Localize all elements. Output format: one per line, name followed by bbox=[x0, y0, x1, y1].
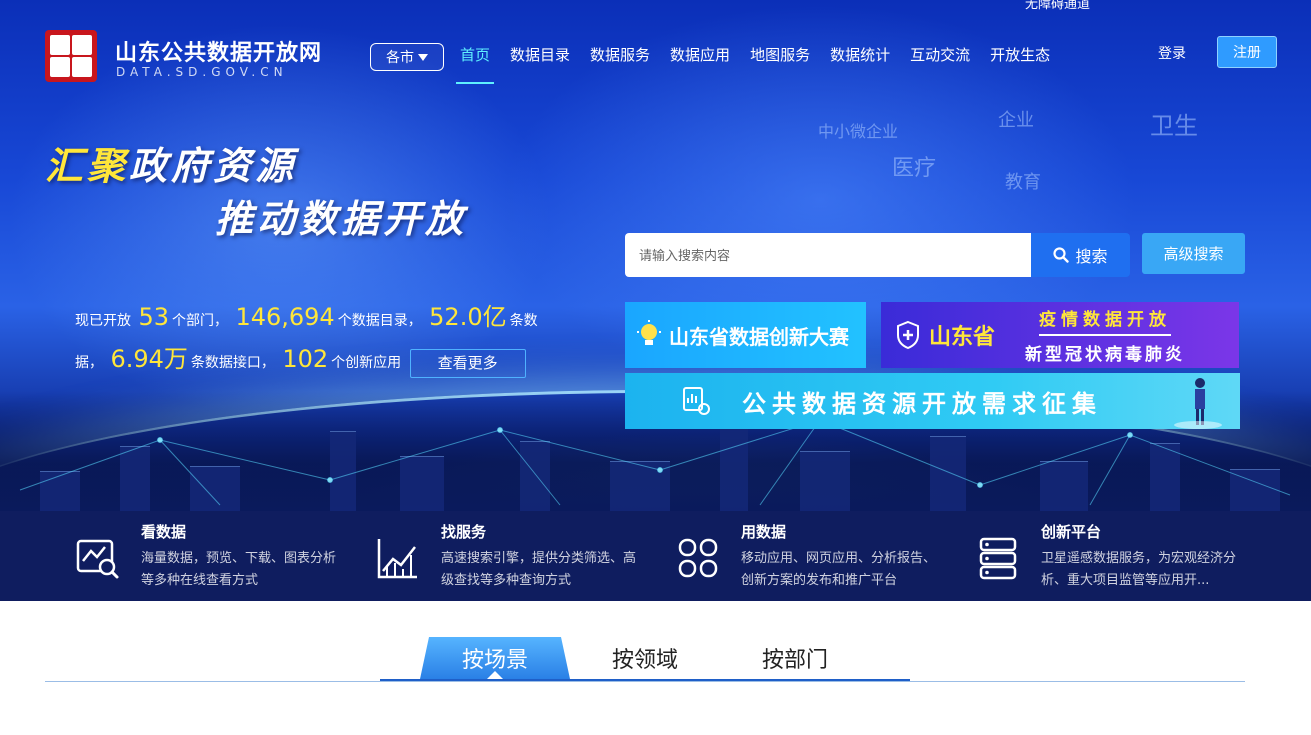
register-button[interactable]: 注册 bbox=[1217, 36, 1277, 68]
demand-collection-banner[interactable]: 公共数据资源开放需求征集 bbox=[625, 373, 1240, 429]
stat-apps-unit: 个创新应用 bbox=[331, 355, 402, 371]
feature-use-data-title: 用数据 bbox=[741, 523, 787, 541]
slogan-line-2: 推动数据开放 bbox=[215, 196, 468, 241]
feature-find-service[interactable]: 找服务 高速搜索引擎，提供分类筛选、高级查找等多种查询方式 bbox=[375, 511, 675, 601]
keyword-education: 教育 bbox=[1005, 172, 1041, 193]
search-input[interactable] bbox=[625, 233, 1031, 277]
accessibility-link[interactable]: 无障碍通道 bbox=[1025, 0, 1090, 12]
advanced-search-button[interactable]: 高级搜索 bbox=[1142, 233, 1245, 274]
epidemic-data-banner[interactable]: 山东省 疫情数据开放 新型冠状病毒肺炎 bbox=[881, 302, 1239, 368]
stat-apis-unit: 条数据接口， bbox=[190, 355, 275, 371]
keyword-health: 卫生 bbox=[1150, 112, 1198, 140]
site-domain: DATA.SD.GOV.CN bbox=[116, 65, 288, 79]
shield-plus-icon bbox=[897, 320, 919, 350]
city-select-dropdown[interactable]: 各市 bbox=[370, 43, 444, 71]
nav-data-apps[interactable]: 数据应用 bbox=[660, 40, 740, 69]
main-nav: 首页 数据目录 数据服务 数据应用 地图服务 数据统计 互动交流 开放生态 bbox=[450, 40, 1060, 84]
nav-open-ecosystem[interactable]: 开放生态 bbox=[980, 40, 1060, 69]
nav-data-service[interactable]: 数据服务 bbox=[580, 40, 660, 69]
grid-apps-icon bbox=[678, 538, 718, 578]
slogan-line-1: 汇聚政府资源 bbox=[45, 135, 297, 190]
feature-use-data[interactable]: 用数据 移动应用、网页应用、分析报告、创新方案的发布和推广平台 bbox=[675, 511, 975, 601]
feature-view-data-desc: 海量数据，预览、下载、图表分析等多种在线查看方式 bbox=[141, 551, 337, 588]
feature-bar: 看数据 海量数据，预览、下载、图表分析等多种在线查看方式 找服务 高速搜索引擎，… bbox=[0, 511, 1311, 601]
keyword-sme: 中小微企业 bbox=[818, 122, 899, 141]
nav-data-catalog[interactable]: 数据目录 bbox=[500, 40, 580, 69]
stat-catalogs: 146,694 bbox=[235, 303, 335, 331]
trend-chart-icon bbox=[377, 539, 417, 579]
feature-use-data-desc: 移动应用、网页应用、分析报告、创新方案的发布和推广平台 bbox=[741, 551, 937, 588]
feature-find-service-desc: 高速搜索引擎，提供分类筛选、高级查找等多种查询方式 bbox=[441, 551, 637, 588]
feature-view-data-title: 看数据 bbox=[141, 523, 187, 541]
chart-search-icon bbox=[76, 539, 119, 579]
stat-departments-unit: 个部门， bbox=[172, 313, 228, 329]
tab-by-scene[interactable]: 按场景 bbox=[420, 637, 570, 679]
slogan-highlight: 汇聚 bbox=[45, 143, 130, 188]
nav-interaction[interactable]: 互动交流 bbox=[900, 40, 980, 69]
view-more-button[interactable]: 查看更多 bbox=[409, 348, 526, 378]
lightbulb-icon bbox=[637, 320, 661, 345]
keyword-enterprise: 企业 bbox=[998, 110, 1034, 131]
tab-by-department[interactable]: 按部门 bbox=[740, 637, 850, 679]
stats-prefix: 现已开放 bbox=[75, 313, 131, 329]
open-data-stats: 现已开放 53 个部门， 146,694 个数据目录， 52.0亿 条数据， 6.94… bbox=[75, 298, 565, 382]
tab-divider bbox=[45, 681, 1245, 682]
nav-home[interactable]: 首页 bbox=[450, 40, 500, 84]
site-title[interactable]: 山东公共数据开放网 bbox=[115, 35, 322, 67]
nav-data-stats[interactable]: 数据统计 bbox=[820, 40, 900, 69]
tab-by-field[interactable]: 按领域 bbox=[590, 637, 700, 679]
keyword-medical: 医疗 bbox=[892, 156, 937, 181]
epidemic-province: 山东省 bbox=[929, 325, 996, 350]
demand-collection-title: 公共数据资源开放需求征集 bbox=[742, 389, 1102, 418]
search-button-label: 搜索 bbox=[1075, 247, 1108, 266]
nav-map-service[interactable]: 地图服务 bbox=[740, 40, 820, 69]
feature-innovation-desc: 卫星遥感数据服务，为宏观经济分析、重大项目监管等应用开... bbox=[1041, 551, 1237, 588]
data-contest-title: 山东省数据创新大赛 bbox=[669, 324, 849, 349]
category-tabs: 按场景 按领域 按部门 bbox=[380, 637, 910, 681]
login-link[interactable]: 登录 bbox=[1158, 43, 1186, 63]
search-button[interactable]: 搜索 bbox=[1031, 233, 1130, 277]
stat-records: 52.0亿 bbox=[429, 303, 507, 331]
stat-apis: 6.94万 bbox=[110, 345, 188, 373]
epidemic-top-line: 疫情数据开放 bbox=[1039, 305, 1172, 336]
site-logo-seal[interactable] bbox=[45, 30, 97, 82]
feature-innovation-title: 创新平台 bbox=[1041, 523, 1102, 541]
report-gear-icon bbox=[683, 387, 710, 415]
epidemic-text: 疫情数据开放 新型冠状病毒肺炎 bbox=[1025, 305, 1185, 365]
chevron-down-icon bbox=[418, 53, 428, 61]
stat-catalogs-unit: 个数据目录， bbox=[337, 313, 422, 329]
data-contest-banner[interactable]: 山东省数据创新大赛 bbox=[625, 302, 866, 368]
stat-apps: 102 bbox=[282, 345, 329, 373]
feature-innovation-platform[interactable]: 创新平台 卫星遥感数据服务，为宏观经济分析、重大项目监管等应用开... bbox=[975, 511, 1275, 601]
stat-departments: 53 bbox=[138, 303, 169, 331]
person-illustration-icon bbox=[1174, 378, 1222, 429]
city-select-label: 各市 bbox=[386, 50, 414, 66]
search-icon bbox=[1053, 247, 1070, 263]
server-icon bbox=[979, 537, 1017, 580]
epidemic-bottom-line: 新型冠状病毒肺炎 bbox=[1025, 345, 1186, 365]
slogan-rest: 政府资源 bbox=[129, 143, 298, 188]
feature-view-data[interactable]: 看数据 海量数据，预览、下载、图表分析等多种在线查看方式 bbox=[75, 511, 375, 601]
feature-find-service-title: 找服务 bbox=[441, 523, 487, 541]
